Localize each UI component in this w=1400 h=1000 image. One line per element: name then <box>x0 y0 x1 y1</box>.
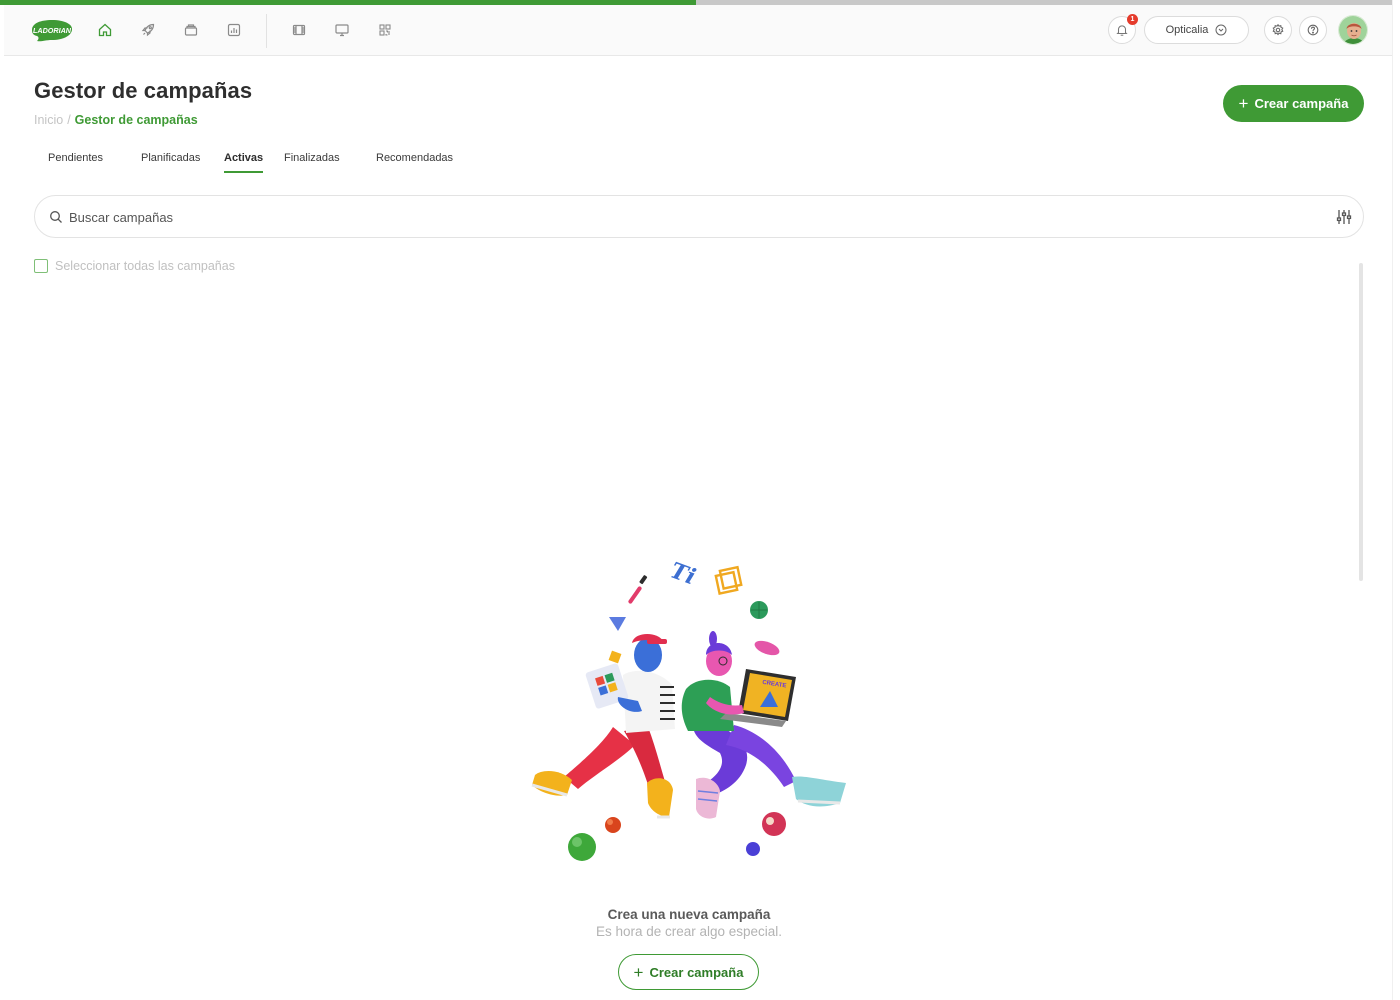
create-campaign-button[interactable]: + Crear campaña <box>1223 85 1364 122</box>
select-all-campaigns[interactable]: Seleccionar todas las campañas <box>34 259 235 273</box>
logo-text: LADORIAN <box>33 26 72 35</box>
breadcrumb-home[interactable]: Inicio <box>34 113 63 127</box>
right-edge <box>1392 0 1400 1000</box>
account-selector[interactable]: Opticalia <box>1144 16 1249 44</box>
monitor-icon[interactable] <box>331 19 353 41</box>
left-edge <box>0 5 4 1000</box>
search-icon <box>50 211 62 223</box>
tab-planificadas[interactable]: Planificadas <box>141 152 200 173</box>
breadcrumb-separator: / <box>67 113 71 127</box>
girl-character: CREATE <box>681 631 846 819</box>
plus-icon: + <box>633 962 644 982</box>
analytics-icon[interactable] <box>223 19 245 41</box>
create-campaign-label: Crear campaña <box>649 964 744 980</box>
rocket-icon[interactable] <box>137 19 159 41</box>
settings-button[interactable] <box>1264 16 1292 44</box>
search-bar <box>34 195 1364 238</box>
breadcrumb: Inicio / Gestor de campañas <box>34 113 198 127</box>
notification-badge: 1 <box>1127 14 1138 25</box>
search-input[interactable] <box>69 206 1319 228</box>
tab-finalizadas[interactable]: Finalizadas <box>284 152 340 173</box>
select-all-label: Seleccionar todas las campañas <box>55 259 235 273</box>
tab-activas[interactable]: Activas <box>224 152 264 173</box>
plus-icon: + <box>1238 94 1249 113</box>
brush-icon <box>628 575 648 604</box>
svg-text:Ti: Ti <box>667 557 699 590</box>
boy-character <box>531 634 675 819</box>
help-button[interactable] <box>1299 16 1327 44</box>
gear-icon <box>1272 23 1284 36</box>
create-campaign-label: Crear campaña <box>1254 96 1349 111</box>
avatar[interactable] <box>1338 15 1368 45</box>
film-icon[interactable] <box>288 19 310 41</box>
tab-recomendadas[interactable]: Recomendadas <box>376 152 453 173</box>
layers-icon[interactable] <box>180 19 202 41</box>
breadcrumb-current: Gestor de campañas <box>74 113 198 127</box>
notifications-button[interactable]: 1 <box>1108 14 1138 44</box>
home-icon[interactable] <box>94 19 116 41</box>
empty-state-title: Crea una nueva campaña <box>607 907 771 922</box>
top-navigation-bar: LADORIAN 1 Opticalia <box>4 5 1392 56</box>
tab-pendientes[interactable]: Pendientes <box>48 152 103 173</box>
create-campaign-button-empty-state[interactable]: + Crear campaña <box>618 954 759 990</box>
chevron-down-icon <box>1215 24 1227 36</box>
page-title: Gestor de campañas <box>34 78 253 103</box>
nav-divider <box>266 14 267 48</box>
empty-state-illustration: Ti CREATE <box>531 557 846 861</box>
empty-state-subtitle: Es hora de crear algo especial. <box>595 924 783 939</box>
select-all-checkbox[interactable] <box>34 259 48 273</box>
filter-sliders-icon[interactable] <box>1335 208 1353 226</box>
help-icon <box>1307 24 1319 36</box>
account-name: Opticalia <box>1165 24 1209 36</box>
cube-icon <box>714 565 743 595</box>
ladorian-logo[interactable]: LADORIAN <box>29 17 75 43</box>
scrollbar[interactable] <box>1359 263 1363 581</box>
bell-icon <box>1116 25 1128 36</box>
qr-code-icon[interactable] <box>374 19 396 41</box>
